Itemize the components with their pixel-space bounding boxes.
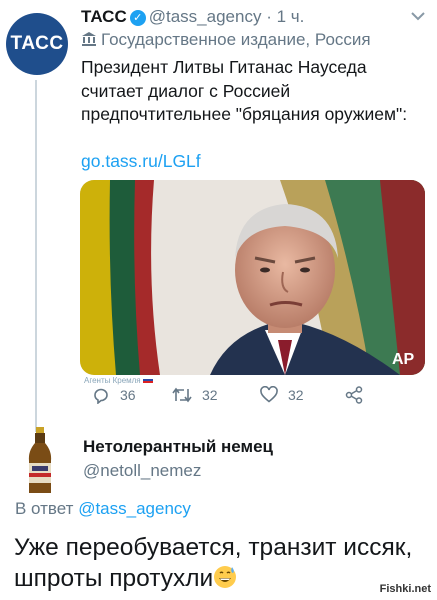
thread-line xyxy=(35,80,37,432)
retweet-button[interactable]: 32 xyxy=(172,386,218,404)
share-button[interactable] xyxy=(345,386,373,404)
tass-avatar[interactable]: ТАСС xyxy=(6,13,68,75)
russian-flag-icon xyxy=(142,377,153,383)
in-reply-prefix: В ответ xyxy=(15,499,74,518)
site-watermark: Fishki.net xyxy=(379,583,431,595)
photo-watermark-text: Агенты Кремля xyxy=(84,376,141,385)
verified-badge-icon: ✓ xyxy=(129,10,146,26)
avatar-label: ТАСС xyxy=(10,33,64,54)
share-icon xyxy=(345,386,363,404)
reply-avatar[interactable] xyxy=(20,427,60,495)
retweet-icon xyxy=(172,387,192,403)
like-icon xyxy=(260,386,278,403)
tweet-header: ТАСС ✓ @tass_agency · 1 ч. xyxy=(81,7,304,27)
separator: · xyxy=(266,7,272,26)
author-name[interactable]: ТАСС xyxy=(81,7,127,26)
reply-button[interactable]: 36 xyxy=(92,386,136,404)
state-media-label[interactable]: Государственное издание, Россия xyxy=(81,30,371,50)
tass-tweet: ТАСС ТАСС ✓ @tass_agency · 1 ч. Государств… xyxy=(0,0,437,432)
government-building-icon xyxy=(82,32,96,46)
photo-watermark: Агенты Кремля xyxy=(84,376,153,385)
tweet-photo[interactable]: AP xyxy=(80,180,425,375)
retweet-count: 32 xyxy=(202,387,218,403)
reply-author-name[interactable]: Нетолерантный немец xyxy=(83,437,273,457)
tweet-time[interactable]: 1 ч. xyxy=(277,7,305,26)
like-count: 32 xyxy=(288,386,304,403)
photo-credit: AP xyxy=(392,351,415,368)
tweet-actions: 36 32 32 xyxy=(80,386,380,410)
author-handle[interactable]: @tass_agency xyxy=(149,7,262,26)
reply-count: 36 xyxy=(120,387,136,403)
reply-text: Уже переобувается, транзит иссяк, шпроты… xyxy=(14,532,414,594)
state-media-text: Государственное издание, Россия xyxy=(101,30,371,49)
reply-icon xyxy=(94,388,108,404)
reply-author-handle[interactable]: @netoll_nemez xyxy=(83,461,201,481)
tweet-text: Президент Литвы Гитанас Науседа считает … xyxy=(81,57,408,124)
tweet-link[interactable]: go.tass.ru/LGLf xyxy=(81,151,201,172)
like-button[interactable]: 32 xyxy=(260,386,304,403)
in-reply-mention[interactable]: @tass_agency xyxy=(78,499,191,518)
in-reply-to: В ответ @tass_agency xyxy=(15,499,191,519)
grinning-sweat-emoji-icon xyxy=(214,566,237,588)
chevron-down-icon[interactable] xyxy=(411,8,425,24)
